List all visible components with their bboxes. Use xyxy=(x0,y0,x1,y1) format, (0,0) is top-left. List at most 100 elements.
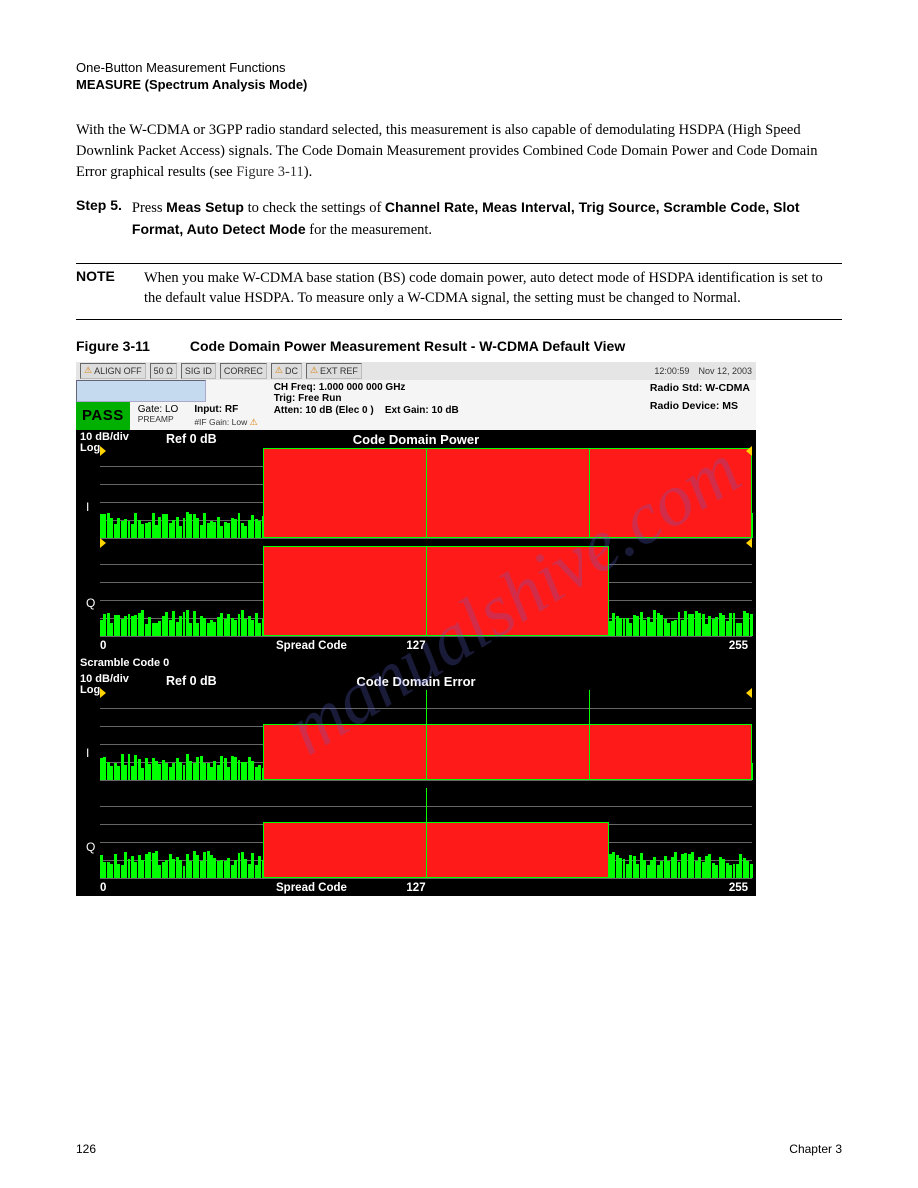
active-entry-field[interactable] xyxy=(76,380,206,402)
plot1-title: Code Domain Power xyxy=(353,432,479,447)
plot1-i-redblock xyxy=(263,448,752,538)
toolbar-dc-label: DC xyxy=(285,366,298,376)
step-key: Meas Setup xyxy=(166,199,244,215)
plot2-i-label: I xyxy=(86,746,89,760)
plot2-q-vgrid-center xyxy=(426,788,427,878)
plot2-grid xyxy=(100,690,752,878)
plot2-xcenter: 127 xyxy=(406,882,425,894)
instrument-infobar: PASS Gate: LO PREAMP Input: RF #IF Gain:… xyxy=(76,380,756,430)
info-extgain: Ext Gain: 10 dB xyxy=(385,405,459,416)
page-footer: 126 Chapter 3 xyxy=(76,1142,842,1156)
plot2-ymarker-left-top xyxy=(100,688,106,698)
warning-icon: ⚠ xyxy=(84,365,92,376)
info-preamp-label: PREAMP xyxy=(138,414,174,424)
plot2-subplot-i xyxy=(100,690,752,780)
plot1-xmin: 0 xyxy=(100,640,106,652)
toolbar-extref: ⚠EXT REF xyxy=(306,363,362,379)
figure-number: Figure 3-11 xyxy=(76,338,186,354)
plot-cdp[interactable]: 10 dB/divLog Ref 0 dB Code Domain Power … xyxy=(76,430,756,654)
warning-icon: ⚠ xyxy=(250,417,258,427)
plot1-subplot-q xyxy=(100,546,752,636)
info-ifgain-label: #IF Gain: Low xyxy=(194,417,247,427)
plot1-q-label: Q xyxy=(86,596,95,610)
step-suffix: to check the settings of xyxy=(248,200,382,216)
step-label: Step 5. xyxy=(76,197,122,255)
toolbar-extref-label: EXT REF xyxy=(320,366,358,376)
scramble-code: Scramble Code 0 xyxy=(80,657,169,669)
figure-title: Code Domain Power Measurement Result - W… xyxy=(190,338,625,354)
info-input-label: Input: RF xyxy=(194,404,238,415)
plot1-grid xyxy=(100,448,752,636)
instrument-toolbar: ⚠ALIGN OFF 50 Ω SIG ID CORREC ⚠DC ⚠EXT R… xyxy=(76,362,756,380)
plot1-i-vgrid-center xyxy=(426,448,427,538)
warning-icon: ⚠ xyxy=(275,365,283,376)
info-radiodevice: Radio Device: MS xyxy=(650,400,750,413)
plot1-xlabel: Spread Code xyxy=(276,640,347,652)
info-trig: Trig: Free Run xyxy=(274,393,636,405)
plot2-i-redblock xyxy=(263,724,752,780)
plot2-ref: Ref 0 dB xyxy=(166,674,217,688)
plot2-subplot-q xyxy=(100,788,752,878)
plot1-ymarker-right-top xyxy=(746,446,752,456)
breadcrumb: One-Button Measurement Functions xyxy=(76,60,842,75)
toolbar-alignoff-label: ALIGN OFF xyxy=(94,366,142,376)
plot2-i-vgrid-center xyxy=(426,690,427,780)
plot1-ymarker-left-mid xyxy=(100,538,106,548)
plot2-q-label: Q xyxy=(86,840,95,854)
plot1-xcenter: 127 xyxy=(406,640,425,652)
toolbar-alignoff: ⚠ALIGN OFF xyxy=(80,363,146,379)
toolbar-time: 12:00:59 xyxy=(654,366,689,376)
info-atten: Atten: 10 dB (Elec 0 ) xyxy=(274,405,374,416)
note-block: NOTE When you make W-CDMA base station (… xyxy=(76,268,842,309)
intro-ref: Figure 3-11 xyxy=(236,164,304,180)
plot1-ymarker-right-mid xyxy=(746,538,752,548)
toolbar-50ohm-label: 50 Ω xyxy=(154,366,173,376)
intro-text: With the W-CDMA or 3GPP radio standard s… xyxy=(76,122,818,180)
step-tail: for the measurement. xyxy=(309,222,432,238)
info-gate: Gate: LO PREAMP xyxy=(130,402,187,430)
plot2-xlabel: Spread Code xyxy=(276,882,347,894)
note-label: NOTE xyxy=(76,268,140,284)
plot2-xmin: 0 xyxy=(100,882,106,894)
footer-chapter: Chapter 3 xyxy=(789,1142,842,1156)
section-title: MEASURE (Spectrum Analysis Mode) xyxy=(76,77,842,92)
info-right: Radio Std: W-CDMA Radio Device: MS xyxy=(644,380,756,430)
plot2-q-redblock xyxy=(263,822,609,878)
plot-area: 10 dB/divLog Ref 0 dB Code Domain Power … xyxy=(76,430,756,896)
intro-paragraph: With the W-CDMA or 3GPP radio standard s… xyxy=(76,120,842,183)
info-input: Input: RF #IF Gain: Low ⚠ xyxy=(186,402,265,430)
rule-bottom xyxy=(76,319,842,320)
info-chfreq: CH Freq: 1.000 000 000 GHz xyxy=(274,382,636,394)
step-body: Press Meas Setup to check the settings o… xyxy=(132,197,842,241)
step-prefix: Press xyxy=(132,200,163,216)
toolbar-sigid-label: SIG ID xyxy=(185,366,212,376)
toolbar-50ohm: 50 Ω xyxy=(150,363,177,379)
toolbar-dc: ⚠DC xyxy=(271,363,302,379)
rule-top xyxy=(76,263,842,264)
plot1-xmax: 255 xyxy=(729,640,748,652)
footer-pagenum: 126 xyxy=(76,1142,96,1156)
plot1-ref: Ref 0 dB xyxy=(166,432,217,446)
plot2-i-vgrid-right xyxy=(589,690,590,780)
info-center: CH Freq: 1.000 000 000 GHz Trig: Free Ru… xyxy=(266,380,644,430)
toolbar-date: Nov 12, 2003 xyxy=(698,366,752,376)
plot1-q-vgrid-center xyxy=(426,546,427,636)
plot1-i-vgrid-right xyxy=(589,448,590,538)
plot1-subplot-i xyxy=(100,448,752,538)
pass-indicator: PASS xyxy=(76,402,130,430)
plot1-i-label: I xyxy=(86,500,89,514)
plot-cde[interactable]: 10 dB/divLog Ref 0 dB Code Domain Error … xyxy=(76,672,756,896)
intro-tail: ). xyxy=(304,164,312,180)
info-gate-label: Gate: LO xyxy=(138,404,179,415)
toolbar-correc: CORREC xyxy=(220,363,267,379)
toolbar-sigid: SIG ID xyxy=(181,363,216,379)
plot2-xaxis: 0 Spread Code 127 255 xyxy=(76,882,756,894)
plot1-xaxis: 0 Spread Code 127 255 xyxy=(76,640,756,652)
warning-icon: ⚠ xyxy=(310,365,318,376)
plot1-q-redblock xyxy=(263,546,609,636)
toolbar-datetime: 12:00:59 Nov 12, 2003 xyxy=(654,366,752,376)
figure-caption: Figure 3-11 Code Domain Power Measuremen… xyxy=(76,338,842,354)
note-text: When you make W-CDMA base station (BS) c… xyxy=(144,268,840,309)
instrument-screenshot: ⚠ALIGN OFF 50 Ω SIG ID CORREC ⚠DC ⚠EXT R… xyxy=(76,362,756,896)
plot2-title: Code Domain Error xyxy=(356,674,475,689)
